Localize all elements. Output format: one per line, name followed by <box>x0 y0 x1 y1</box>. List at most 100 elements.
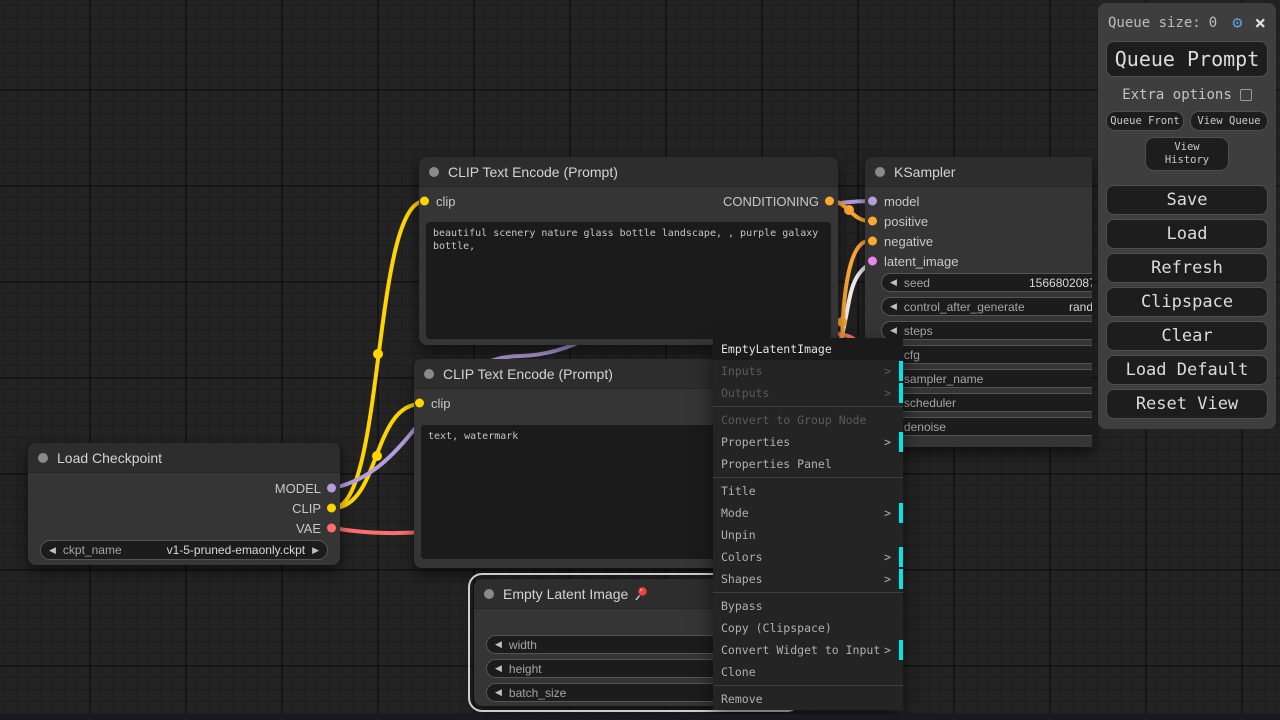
submenu-accent-bar <box>899 547 903 567</box>
node-header[interactable]: KSampler <box>865 157 1092 187</box>
save-button[interactable]: Save <box>1106 185 1268 215</box>
collapse-dot-icon[interactable] <box>484 589 494 599</box>
node-load-checkpoint[interactable]: Load Checkpoint MODEL CLIP VAE ◀ ckpt_na… <box>28 443 340 565</box>
menu-item-properties-panel[interactable]: Properties Panel <box>713 453 903 475</box>
pin-icon <box>633 586 649 602</box>
link-midpoint-dot <box>844 205 854 215</box>
settings-gear-icon[interactable]: ⚙ <box>1232 13 1242 33</box>
menu-item-clone[interactable]: Clone <box>713 661 903 683</box>
menu-separator <box>713 477 903 478</box>
widget-label: denoise <box>904 420 946 434</box>
comfyui-canvas[interactable]: { "link_colors": { "clip": "#FFD500", "m… <box>0 0 1280 720</box>
collapse-dot-icon[interactable] <box>38 453 48 463</box>
node-header[interactable]: Load Checkpoint <box>28 443 340 473</box>
comfy-menu-panel[interactable]: Queue size: 0 ⚙ × Queue Prompt Extra opt… <box>1098 3 1276 429</box>
input-slot-negative[interactable] <box>868 237 877 246</box>
output-label-model: MODEL <box>275 481 321 496</box>
node-title: CLIP Text Encode (Prompt) <box>443 366 613 382</box>
load-button[interactable]: Load <box>1106 219 1268 249</box>
submenu-arrow-icon: > <box>884 382 891 404</box>
denoise-widget[interactable]: ◀ denoise <box>881 417 1092 436</box>
widget-value: v1-5-pruned-emaonly.ckpt <box>167 543 306 557</box>
window-bottom-edge <box>0 714 1280 720</box>
widget-label: cfg <box>904 348 920 362</box>
submenu-accent-bar <box>899 383 903 403</box>
node-clip-text-encode-positive[interactable]: CLIP Text Encode (Prompt) clip CONDITION… <box>419 157 838 345</box>
decrement-arrow-icon[interactable]: ◀ <box>495 640 502 649</box>
submenu-accent-bar <box>899 569 903 589</box>
widget-label: batch_size <box>509 686 566 700</box>
close-icon[interactable]: × <box>1255 14 1266 33</box>
sampler-name-widget[interactable]: ◀ sampler_name <box>881 369 1092 388</box>
clear-button[interactable]: Clear <box>1106 321 1268 351</box>
steps-widget[interactable]: ◀ steps <box>881 321 1092 340</box>
menu-item-shapes[interactable]: Shapes > <box>713 568 903 590</box>
submenu-accent-bar <box>899 503 903 523</box>
output-slot-vae[interactable] <box>327 524 336 533</box>
refresh-button[interactable]: Refresh <box>1106 253 1268 283</box>
node-title: Empty Latent Image <box>503 586 628 602</box>
menu-item-remove[interactable]: Remove <box>713 688 903 710</box>
menu-item-bypass[interactable]: Bypass <box>713 595 903 617</box>
load-default-button[interactable]: Load Default <box>1106 355 1268 385</box>
output-slot-model[interactable] <box>327 484 336 493</box>
input-slot-model[interactable] <box>868 197 877 206</box>
widget-label: ckpt_name <box>63 543 122 557</box>
input-slot-clip[interactable] <box>415 399 424 408</box>
context-menu: EmptyLatentImage Inputs > Outputs > Conv… <box>713 338 903 710</box>
ckpt-name-widget[interactable]: ◀ ckpt_name v1-5-pruned-emaonly.ckpt ▶ <box>40 540 328 560</box>
menu-item-mode[interactable]: Mode > <box>713 502 903 524</box>
menu-item-colors[interactable]: Colors > <box>713 546 903 568</box>
output-label-conditioning: CONDITIONING <box>723 194 819 209</box>
clipspace-button[interactable]: Clipspace <box>1106 287 1268 317</box>
menu-item-properties[interactable]: Properties > <box>713 431 903 453</box>
decrement-arrow-icon[interactable]: ◀ <box>49 546 56 555</box>
view-queue-button[interactable]: View Queue <box>1190 111 1268 131</box>
view-history-button[interactable]: View History <box>1145 137 1229 171</box>
submenu-arrow-icon: > <box>884 639 891 661</box>
queue-front-button[interactable]: Queue Front <box>1106 111 1184 131</box>
collapse-dot-icon[interactable] <box>424 369 434 379</box>
node-header[interactable]: CLIP Text Encode (Prompt) <box>419 157 838 187</box>
submenu-arrow-icon: > <box>884 431 891 453</box>
submenu-arrow-icon: > <box>884 360 891 382</box>
collapse-dot-icon[interactable] <box>875 167 885 177</box>
input-label-clip: clip <box>436 194 456 209</box>
scheduler-widget[interactable]: ◀ scheduler <box>881 393 1092 412</box>
input-label-positive: positive <box>884 214 928 229</box>
link-midpoint-dot <box>837 317 847 327</box>
input-slot-positive[interactable] <box>868 217 877 226</box>
input-slot-latent-image[interactable] <box>868 257 877 266</box>
menu-item-convert-widget-to-input[interactable]: Convert Widget to Input > <box>713 639 903 661</box>
decrement-arrow-icon[interactable]: ◀ <box>890 326 897 335</box>
widget-label: control_after_generate <box>904 300 1025 314</box>
menu-item-copy-clipspace[interactable]: Copy (Clipspace) <box>713 617 903 639</box>
output-slot-conditioning[interactable] <box>825 197 834 206</box>
menu-item-convert-to-group-node: Convert to Group Node <box>713 409 903 431</box>
queue-size-value: 0 <box>1209 15 1217 31</box>
submenu-arrow-icon: > <box>884 568 891 590</box>
output-slot-clip[interactable] <box>327 504 336 513</box>
submenu-accent-bar <box>899 432 903 452</box>
seed-widget[interactable]: ◀ seed 15668020871 <box>881 273 1092 292</box>
context-menu-title: EmptyLatentImage <box>713 338 903 360</box>
input-label-latent-image: latent_image <box>884 254 958 269</box>
collapse-dot-icon[interactable] <box>429 167 439 177</box>
extra-options-checkbox[interactable] <box>1240 89 1252 101</box>
decrement-arrow-icon[interactable]: ◀ <box>890 278 897 287</box>
prompt-textarea[interactable]: beautiful scenery nature glass bottle la… <box>426 222 831 339</box>
input-label-clip: clip <box>431 396 451 411</box>
queue-prompt-button[interactable]: Queue Prompt <box>1106 41 1268 77</box>
reset-view-button[interactable]: Reset View <box>1106 389 1268 419</box>
menu-item-unpin[interactable]: Unpin <box>713 524 903 546</box>
decrement-arrow-icon[interactable]: ◀ <box>890 302 897 311</box>
control-after-generate-widget[interactable]: ◀ control_after_generate randomize <box>881 297 1092 316</box>
input-label-negative: negative <box>884 234 933 249</box>
decrement-arrow-icon[interactable]: ◀ <box>495 688 502 697</box>
input-slot-clip[interactable] <box>420 197 429 206</box>
menu-item-title[interactable]: Title <box>713 480 903 502</box>
increment-arrow-icon[interactable]: ▶ <box>312 546 319 555</box>
cfg-widget[interactable]: ◀ cfg <box>881 345 1092 364</box>
decrement-arrow-icon[interactable]: ◀ <box>495 664 502 673</box>
node-title: Load Checkpoint <box>57 450 162 466</box>
